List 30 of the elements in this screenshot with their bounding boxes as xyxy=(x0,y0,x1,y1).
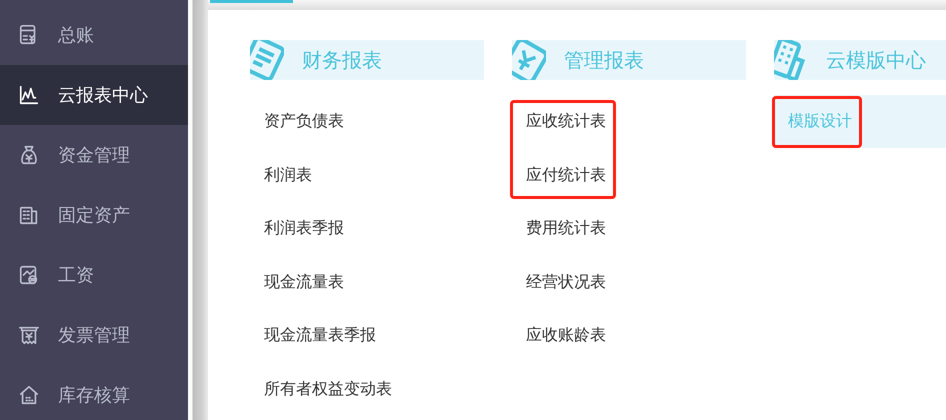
report-link[interactable]: 利润表季报 xyxy=(264,218,344,240)
money-bag-icon xyxy=(18,144,40,166)
report-link[interactable]: 应收统计表 xyxy=(526,111,606,132)
report-link[interactable]: 现金流量表 xyxy=(264,272,344,293)
sidebar-item[interactable]: 工资 xyxy=(0,245,188,305)
building-icon xyxy=(18,204,40,226)
report-link[interactable]: 费用统计表 xyxy=(526,218,606,240)
sidebar-item[interactable]: 云报表中心 xyxy=(0,65,188,125)
section-title: 云模版中心 xyxy=(826,46,926,74)
report-link[interactable]: 应收账龄表 xyxy=(526,325,606,346)
building-icon xyxy=(774,40,808,80)
sidebar-item[interactable]: 总账 xyxy=(0,5,188,65)
report-link[interactable]: 应付统计表 xyxy=(526,164,606,186)
report-link[interactable]: 所有者权益变动表 xyxy=(264,378,392,400)
sidebar-item[interactable]: 库存核算 xyxy=(0,365,188,420)
sidebar-item[interactable]: 固定资产 xyxy=(0,185,188,245)
report-link[interactable]: 现金流量表季报 xyxy=(264,325,376,346)
receipt-icon xyxy=(18,324,40,346)
report-link[interactable]: 利润表 xyxy=(264,164,312,186)
report-link[interactable]: 资产负债表 xyxy=(264,111,344,132)
line-chart-icon xyxy=(18,84,40,106)
sidebar-item[interactable]: 资金管理 xyxy=(0,125,188,185)
section-title: 管理报表 xyxy=(564,46,644,74)
house-icon xyxy=(18,384,40,406)
notepad-icon xyxy=(250,40,284,80)
report-link[interactable]: 经营状况表 xyxy=(526,272,606,293)
payroll-icon xyxy=(18,264,40,286)
sidebar-item[interactable]: 发票管理 xyxy=(0,305,188,365)
yen-card-icon xyxy=(512,40,546,80)
section-title: 财务报表 xyxy=(302,46,382,74)
